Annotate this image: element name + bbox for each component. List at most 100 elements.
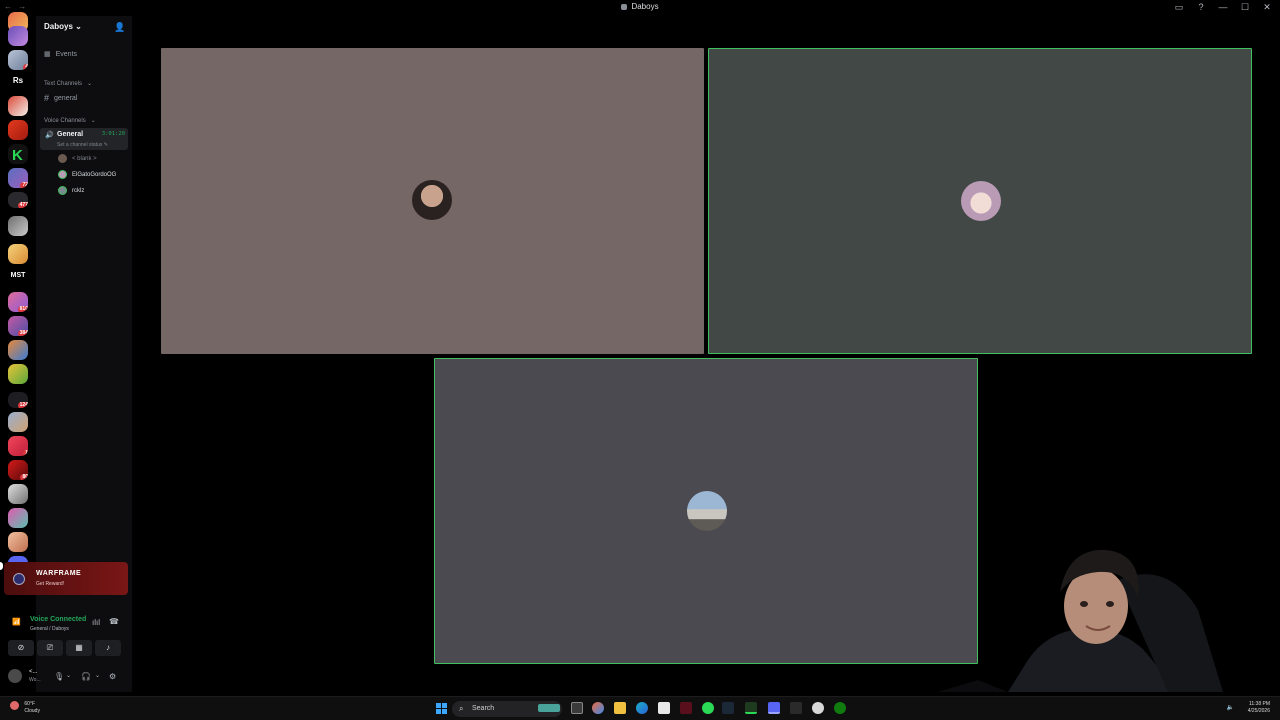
server-icon-2[interactable]: [8, 26, 28, 46]
server-folder[interactable]: 477: [8, 192, 28, 208]
server-name-dropdown[interactable]: Daboys ⌄: [44, 22, 82, 31]
server-name: Daboys: [44, 22, 73, 31]
server-icon-3[interactable]: 4: [8, 50, 28, 70]
server-icon-11[interactable]: [8, 244, 28, 264]
voice-location[interactable]: General / Daboys: [30, 626, 69, 632]
unread-badge: 80: [20, 474, 28, 480]
server-icon-5[interactable]: [8, 96, 28, 116]
voice-user-name: ElGatoGordoOG: [72, 171, 117, 178]
discord-icon[interactable]: [768, 702, 780, 714]
window-title: Daboys: [0, 2, 1280, 11]
unread-badge: 1: [23, 450, 28, 456]
voice-user-name: rcklz: [72, 187, 85, 194]
category-text-channels[interactable]: Text Channels ⌄: [44, 80, 93, 88]
headphones-icon[interactable]: 🎧: [81, 672, 91, 681]
voice-user[interactable]: rcklz: [58, 186, 84, 195]
username[interactable]: <...: [29, 669, 38, 675]
weather-widget[interactable]: 60°F Cloudy: [10, 701, 40, 715]
time: 11:38 PM: [1248, 701, 1270, 707]
events-item[interactable]: ▦ Events: [44, 50, 77, 59]
unread-badge: 477: [17, 202, 28, 208]
server-icon-18[interactable]: [8, 412, 28, 432]
voice-channel-name: General: [57, 131, 84, 138]
clock[interactable]: 11:38 PM 4/25/2026: [1248, 701, 1270, 715]
user-status: Wo...: [29, 677, 41, 683]
server-icon-10[interactable]: [8, 216, 28, 236]
voice-channel-general[interactable]: 🔊 General 3:01:20 Set a channel status ✎: [40, 128, 128, 150]
camera-button[interactable]: ⊘: [8, 640, 34, 656]
unread-badge: 124: [17, 402, 28, 408]
help-icon[interactable]: ?: [1196, 2, 1206, 13]
warframe-promo[interactable]: WARFRAME Get Reward!: [4, 562, 128, 595]
task-view-icon[interactable]: [571, 702, 583, 714]
noise-suppression-icon[interactable]: ılıl: [92, 618, 100, 627]
inbox-icon[interactable]: ▭: [1174, 2, 1184, 13]
window-titlebar: ← → Daboys ▭ ? — ☐ ✕: [0, 0, 1280, 16]
chevron-down-icon: ⌄: [87, 81, 93, 87]
voice-user-name: < blank >: [72, 155, 97, 162]
activities-button[interactable]: ▦: [66, 640, 92, 656]
close-button[interactable]: ✕: [1262, 2, 1272, 13]
gear-icon[interactable]: ⚙: [109, 672, 116, 681]
minimize-button[interactable]: —: [1218, 2, 1228, 13]
edge-icon[interactable]: [636, 702, 648, 714]
voice-user[interactable]: < blank >: [58, 154, 97, 163]
user-panel: <... Wo... 🎙 ⌄ 🎧 ⌄ ⚙: [4, 665, 128, 689]
window-title-text: Daboys: [631, 2, 659, 11]
soundboard-button[interactable]: ♪: [95, 640, 121, 656]
app-icon[interactable]: [812, 702, 824, 714]
server-icon-mst[interactable]: MST: [8, 272, 28, 286]
start-button[interactable]: [436, 703, 447, 714]
maximize-button[interactable]: ☐: [1240, 2, 1250, 13]
volume-icon[interactable]: 🔈: [1227, 704, 1234, 711]
epic-icon[interactable]: [790, 702, 802, 714]
server-icon-17[interactable]: 124: [8, 392, 28, 408]
pencil-icon: ✎: [103, 142, 108, 148]
search-placeholder: Search: [472, 705, 495, 712]
participant-avatar: [412, 180, 452, 220]
voice-status[interactable]: Voice Connected: [30, 616, 86, 623]
server-icon-7[interactable]: K: [8, 144, 28, 164]
app-icon[interactable]: [745, 702, 757, 714]
disconnect-icon[interactable]: ☎: [109, 617, 119, 626]
k-logo-icon: K: [12, 147, 23, 164]
voice-user[interactable]: ElGatoGordoOG: [58, 170, 116, 179]
xbox-icon[interactable]: [834, 702, 846, 714]
promo-subtitle: Get Reward!: [36, 581, 65, 587]
browser-icon[interactable]: [592, 702, 604, 714]
server-icon-19[interactable]: 1: [8, 436, 28, 456]
steam-icon[interactable]: [722, 702, 734, 714]
chevron-down-icon[interactable]: ⌄: [95, 672, 100, 679]
voice-tile-2[interactable]: [708, 48, 1252, 354]
channel-general[interactable]: # general: [44, 93, 77, 103]
app-icon[interactable]: [680, 702, 692, 714]
app-icon[interactable]: [702, 702, 714, 714]
weather-icon: [10, 701, 19, 710]
chevron-down-icon[interactable]: ⌄: [66, 672, 71, 679]
server-icon-6[interactable]: [8, 120, 28, 140]
file-explorer-icon[interactable]: [614, 702, 626, 714]
server-icon-20[interactable]: 80: [8, 460, 28, 480]
server-icon-8[interactable]: 72: [8, 168, 28, 188]
voice-tile-3[interactable]: [434, 358, 978, 664]
server-icon-23[interactable]: [8, 532, 28, 552]
category-voice-channels[interactable]: Voice Channels ⌄: [44, 117, 96, 125]
server-icon-13[interactable]: 810: [8, 292, 28, 312]
server-icon: [621, 3, 628, 10]
mic-icon[interactable]: 🎙: [54, 672, 64, 681]
category-label: Voice Channels: [44, 117, 86, 124]
screen-share-button[interactable]: ⎚: [37, 640, 63, 656]
store-icon[interactable]: [658, 702, 670, 714]
signal-icon[interactable]: 📶: [12, 618, 21, 626]
server-icon-16[interactable]: [8, 364, 28, 384]
server-icon-15[interactable]: [8, 340, 28, 360]
set-channel-status[interactable]: Set a channel status ✎: [57, 142, 108, 148]
voice-tile-1[interactable]: [161, 48, 704, 354]
avatar[interactable]: [8, 669, 22, 683]
server-icon-21[interactable]: [8, 484, 28, 504]
server-icon-14[interactable]: 384: [8, 316, 28, 336]
camera-off-icon: ⊘: [17, 643, 25, 652]
server-icon-22[interactable]: [8, 508, 28, 528]
server-icon-rs[interactable]: Rs: [8, 76, 28, 90]
invite-member-icon[interactable]: 👤: [114, 22, 125, 32]
